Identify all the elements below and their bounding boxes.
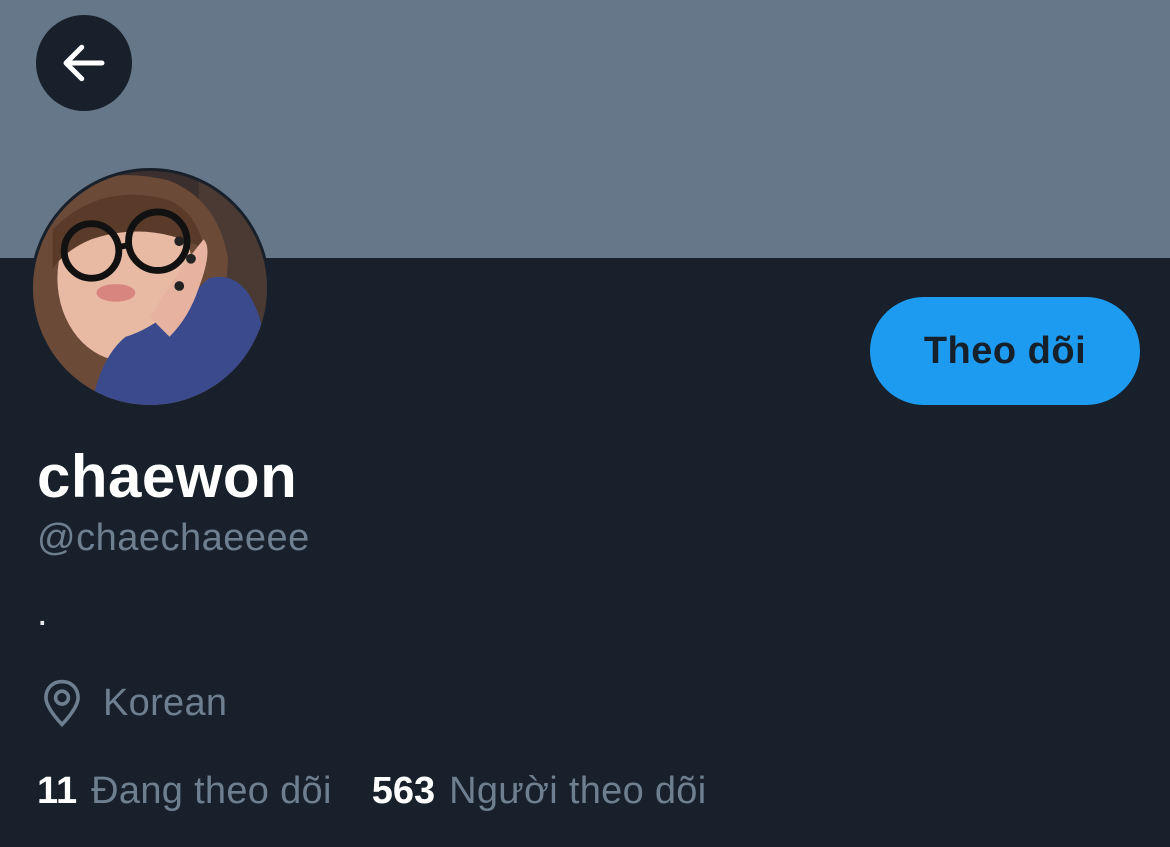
user-handle: @chaechaeeee [37, 517, 310, 559]
following-label: Đang theo dõi [91, 769, 332, 812]
location-text: Korean [103, 681, 228, 724]
follow-button[interactable]: Theo dõi [870, 297, 1140, 405]
following-stat[interactable]: 11 Đang theo dõi [37, 770, 332, 813]
display-name: chaewon [37, 443, 298, 510]
followers-count: 563 [371, 769, 436, 812]
profile-page: Theo dõi chaewon @chaechaeeee . Korean 1… [0, 0, 1170, 847]
back-button[interactable] [36, 15, 132, 111]
map-pin-icon [44, 679, 80, 727]
profile-photo [33, 171, 267, 405]
followers-label: Người theo dõi [449, 769, 707, 812]
avatar[interactable] [30, 168, 270, 408]
bio-text: . [37, 592, 48, 634]
location-row: Korean [40, 678, 227, 728]
arrow-left-icon [63, 44, 105, 82]
followers-stat[interactable]: 563 Người theo dõi [372, 770, 707, 813]
following-count: 11 [37, 769, 78, 812]
follow-stats: 11 Đang theo dõi 563 Người theo dõi [37, 766, 706, 816]
